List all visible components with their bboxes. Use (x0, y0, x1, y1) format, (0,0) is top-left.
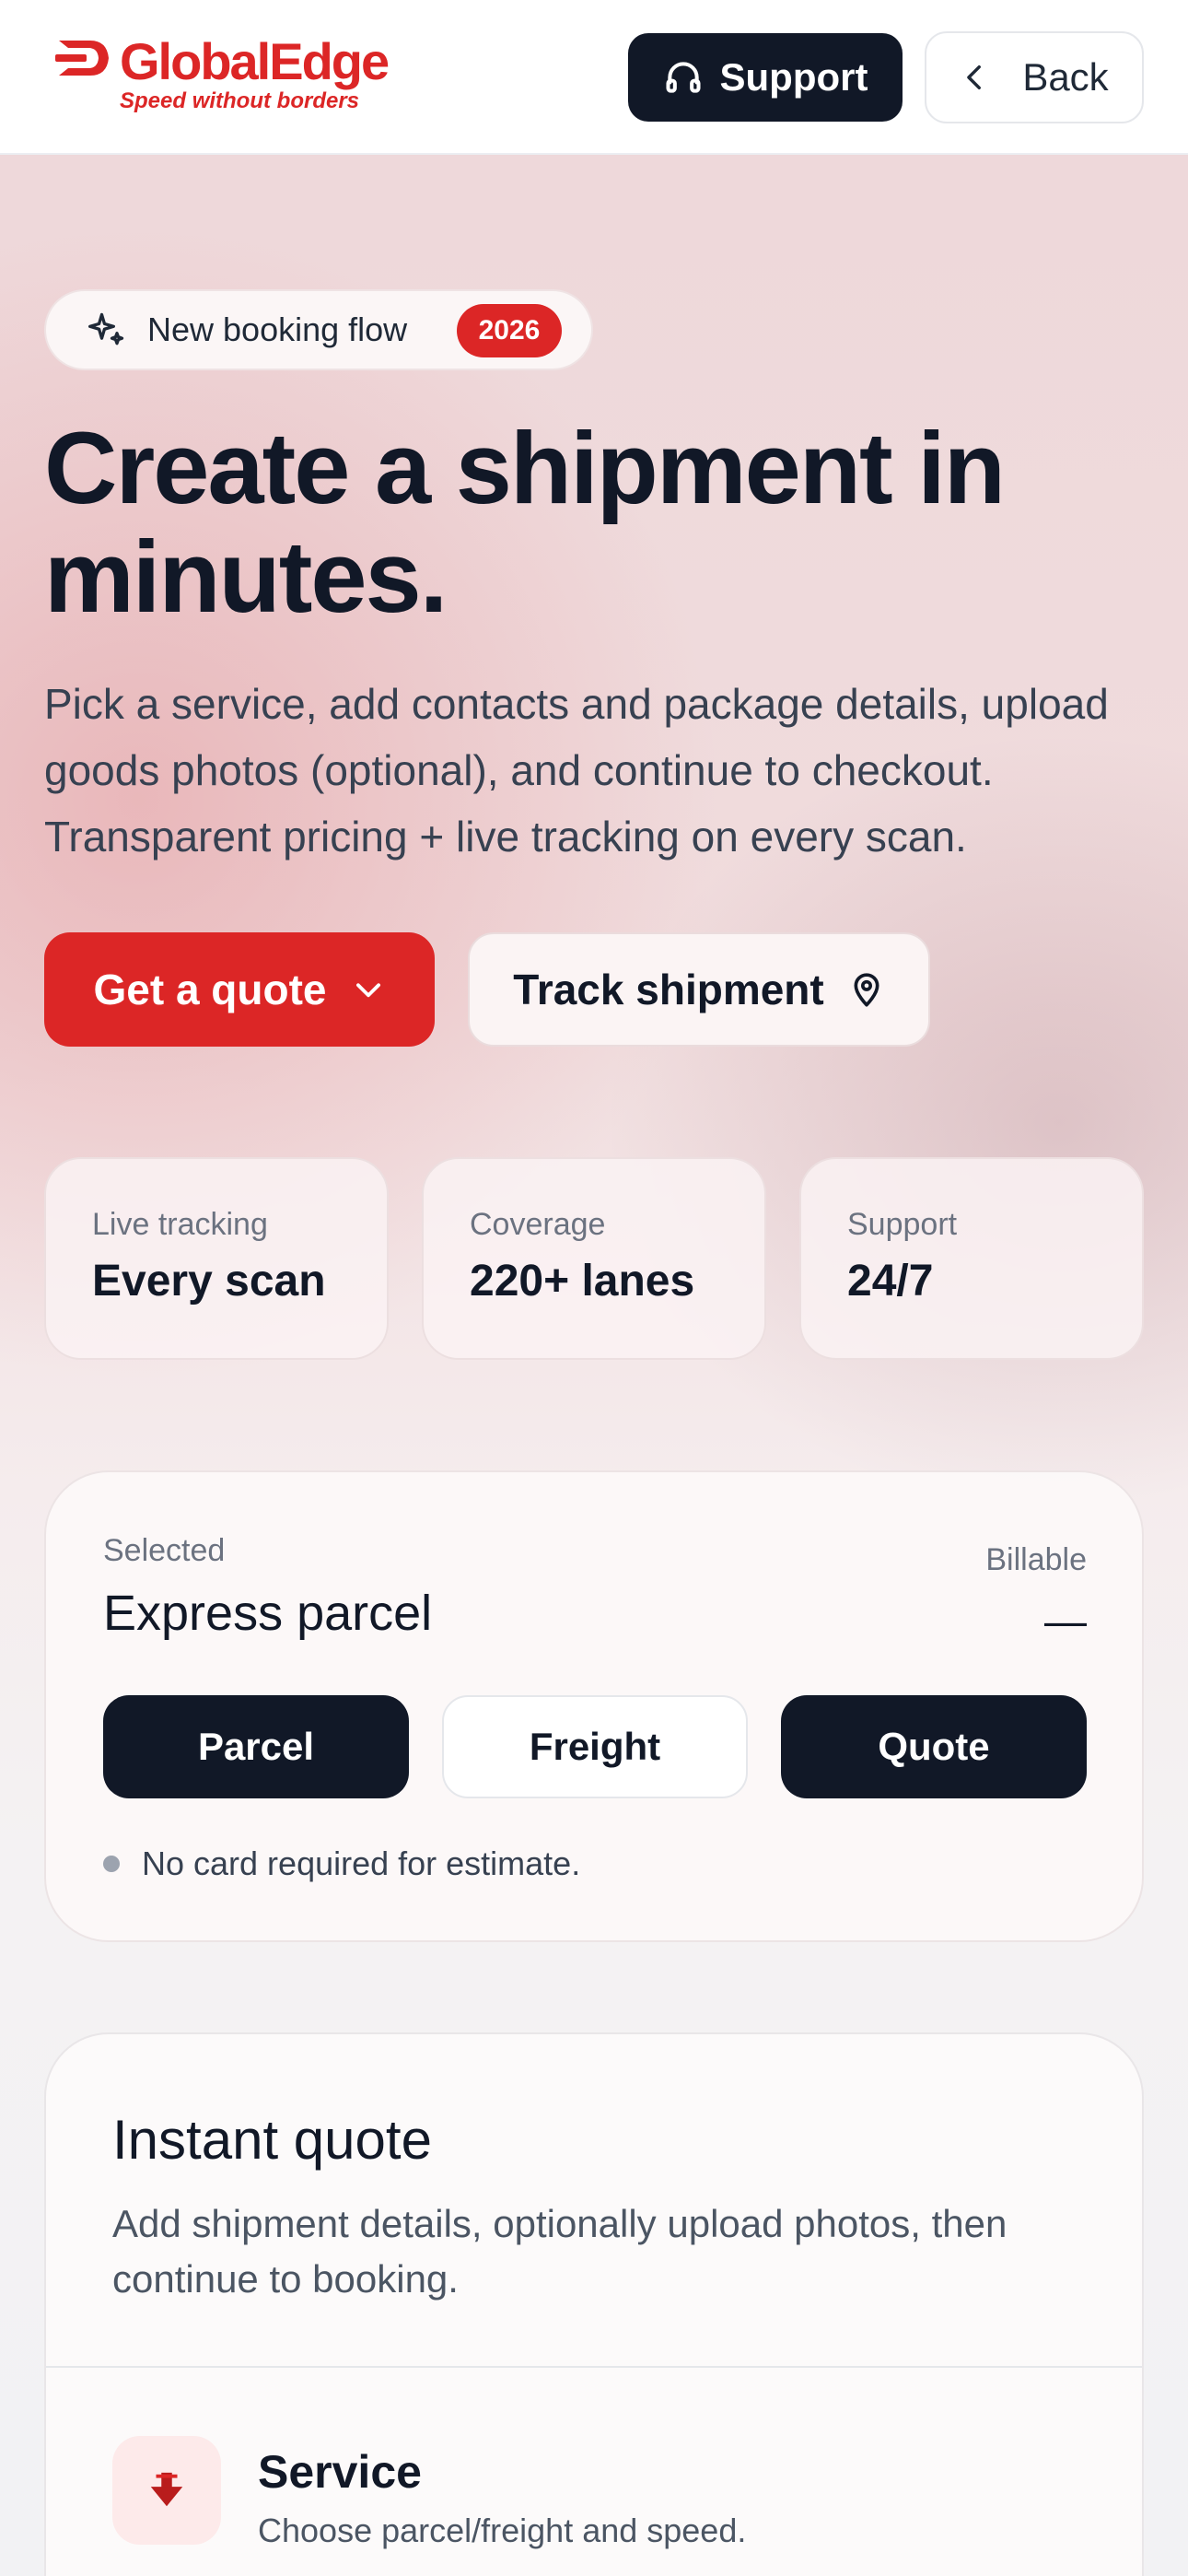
service-step-icon-tile (112, 2436, 221, 2545)
lede-line-3: Transparent pricing + live tracking on e… (44, 813, 967, 861)
bullet-dot-icon (103, 1856, 120, 1872)
announcement-pill[interactable]: New booking flow 2026 (44, 289, 593, 370)
stat-card-live-tracking: Live tracking Every scan (44, 1157, 389, 1360)
stat-label: Coverage (470, 1207, 606, 1242)
stat-label: Support (847, 1207, 958, 1242)
stat-value: 24/7 (847, 1257, 934, 1306)
selected-value: Express parcel (103, 1586, 433, 1641)
chevron-down-icon (355, 983, 380, 998)
get-quote-label: Get a quote (93, 966, 327, 1013)
segment-parcel[interactable]: Parcel (103, 1695, 409, 1798)
desc-line-2: continue to booking. (112, 2257, 459, 2301)
support-button[interactable]: Support (628, 33, 903, 122)
desc-line-1: Add shipment details, optionally upload … (112, 2202, 1007, 2245)
instant-quote-card: Instant quote Add shipment details, opti… (44, 2032, 1144, 2576)
brand-name: GlobalEdge (120, 32, 390, 90)
stat-value: 220+ lanes (470, 1257, 695, 1306)
segment-freight[interactable]: Freight (442, 1695, 748, 1798)
back-button[interactable]: Back (925, 31, 1144, 123)
hero-description: Pick a service, add contacts and package… (44, 671, 1149, 870)
stat-card-support: Support 24/7 (799, 1157, 1144, 1360)
headline-line-1: Create a shipment in (44, 412, 1006, 525)
headline-line-2: minutes. (44, 521, 448, 634)
billable-label: Billable (985, 1542, 1087, 1577)
pill-label: New booking flow (147, 310, 408, 348)
arrow-down-icon (150, 2472, 183, 2507)
service-step-description: Choose parcel/freight and speed. (258, 2512, 747, 2549)
track-shipment-label: Track shipment (513, 966, 824, 1013)
get-quote-button[interactable]: Get a quote (44, 932, 435, 1047)
instant-quote-description: Add shipment details, optionally upload … (112, 2196, 1089, 2307)
support-label: Support (719, 55, 868, 99)
stat-value: Every scan (92, 1257, 326, 1306)
selected-label: Selected (103, 1533, 226, 1568)
stat-label: Live tracking (92, 1207, 268, 1242)
lede-line-1: Pick a service, add contacts and package… (44, 680, 1109, 728)
top-bar: GlobalEdge Speed without borders Support… (0, 0, 1188, 155)
brand-tagline: Speed without borders (120, 88, 360, 113)
estimate-note-text: No card required for estimate. (142, 1844, 581, 1882)
back-label: Back (1022, 55, 1109, 99)
stat-card-coverage: Coverage 220+ lanes (422, 1157, 766, 1360)
chevron-left-icon (967, 64, 982, 90)
year-badge: 2026 (457, 304, 562, 357)
estimate-note: No card required for estimate. (103, 1844, 580, 1883)
lede-line-2: goods photos (optional), and continue to… (44, 746, 994, 794)
instant-quote-title: Instant quote (112, 2109, 432, 2171)
page-title: Create a shipment in minutes. (44, 415, 1140, 632)
logo-mark-icon (55, 41, 109, 76)
sparkles-icon (88, 312, 124, 345)
headset-icon (665, 62, 701, 93)
billable-value: — (1044, 1597, 1087, 1645)
track-shipment-button[interactable]: Track shipment (468, 932, 930, 1047)
map-pin-icon (854, 973, 879, 1007)
service-step-title: Service (258, 2446, 422, 2498)
segment-quote[interactable]: Quote (781, 1695, 1087, 1798)
selected-service-card: Selected Express parcel Billable — Parce… (44, 1470, 1144, 1942)
divider (46, 2366, 1142, 2368)
